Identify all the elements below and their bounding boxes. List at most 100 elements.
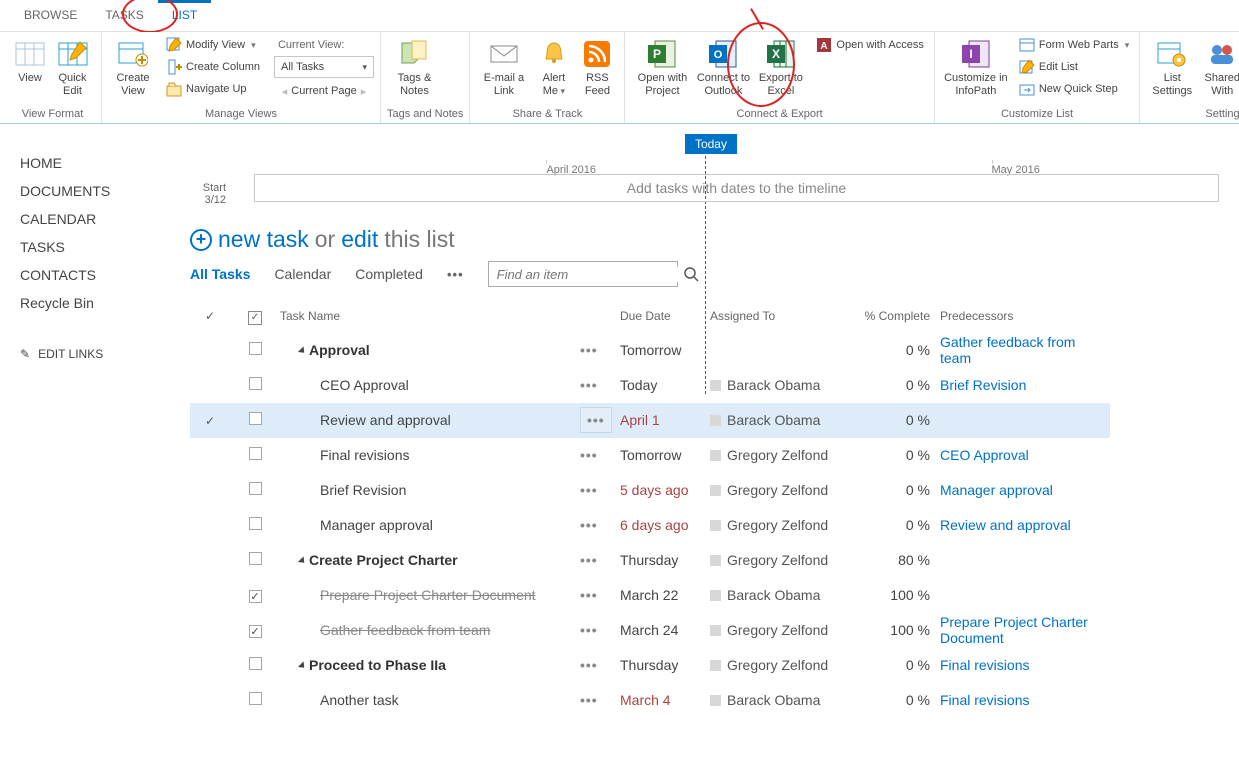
table-row[interactable]: Another task•••March 4Barack Obama0 %Fin… [190,683,1110,718]
rss-feed-button[interactable]: RSS Feed [576,34,618,98]
alert-me-button[interactable]: Alert Me ▾ [531,34,576,98]
predecessor-link[interactable]: Review and approval [940,517,1071,533]
assignee[interactable]: Gregory Zelfond [710,657,860,673]
view-calendar[interactable]: Calendar [274,266,331,282]
modify-view-button[interactable]: Modify View▾ [162,34,264,56]
navigate-up-button[interactable]: Navigate Up [162,78,264,100]
new-task-link[interactable]: new task [218,226,309,253]
email-link-button[interactable]: E-mail a Link [476,34,531,98]
nav-tasks[interactable]: TASKS [20,233,190,261]
predecessor-link[interactable]: Manager approval [940,482,1053,498]
task-name[interactable]: Gather feedback from team [280,622,490,638]
row-menu-button[interactable]: ••• [580,482,598,498]
edit-list-link[interactable]: edit [341,226,378,253]
table-row[interactable]: ✓Review and approval•••April 1Barack Oba… [190,403,1110,438]
task-name[interactable]: Create Project Charter [280,552,458,568]
row-complete-checkbox[interactable] [249,412,262,425]
row-complete-checkbox[interactable] [249,447,262,460]
timeline-drop-area[interactable]: Add tasks with dates to the timeline [254,174,1219,202]
row-complete-checkbox[interactable] [249,482,262,495]
assignee[interactable]: Barack Obama [710,587,860,603]
predecessor-link[interactable]: Prepare Project Charter Document [940,614,1088,646]
form-web-parts-button[interactable]: Form Web Parts▾ [1015,34,1133,56]
table-row[interactable]: ✓Gather feedback from team•••March 24Gre… [190,613,1110,648]
row-menu-button[interactable]: ••• [580,342,598,358]
view-completed[interactable]: Completed [355,266,423,282]
task-name[interactable]: Approval [280,342,370,358]
view-more-menu[interactable]: ••• [447,267,464,282]
row-complete-checkbox[interactable] [249,517,262,530]
table-row[interactable]: CEO Approval•••TodayBarack Obama0 %Brief… [190,368,1110,403]
row-menu-button[interactable]: ••• [580,692,598,708]
header-due-date[interactable]: Due Date [620,309,710,325]
edit-list-button[interactable]: Edit List [1015,56,1133,78]
row-complete-checkbox[interactable] [249,342,262,355]
predecessor-link[interactable]: Final revisions [940,657,1029,673]
predecessor-link[interactable]: Gather feedback from team [940,334,1075,366]
task-name[interactable]: CEO Approval [280,377,409,393]
list-settings-button[interactable]: List Settings [1146,34,1198,98]
table-row[interactable]: Proceed to Phase IIa•••ThursdayGregory Z… [190,648,1110,683]
nav-home[interactable]: HOME [20,149,190,177]
search-icon[interactable] [683,266,699,282]
nav-contacts[interactable]: CONTACTS [20,261,190,289]
row-menu-button[interactable]: ••• [580,447,598,463]
row-complete-checkbox[interactable] [249,657,262,670]
assignee[interactable]: Gregory Zelfond [710,447,860,463]
tab-tasks[interactable]: TASKS [91,0,157,31]
task-name[interactable]: Brief Revision [280,482,406,498]
table-row[interactable]: Final revisions•••TomorrowGregory Zelfon… [190,438,1110,473]
current-page-pager[interactable]: ◂Current Page▸ [274,80,374,102]
nav-calendar[interactable]: CALENDAR [20,205,190,233]
new-quick-step-button[interactable]: New Quick Step [1015,78,1133,100]
table-row[interactable]: ✓Prepare Project Charter Document•••Marc… [190,578,1110,613]
connect-to-outlook-button[interactable]: O Connect to Outlook [693,34,753,98]
shared-with-button[interactable]: Shared With [1198,34,1239,98]
expand-icon[interactable] [298,662,307,671]
view-button[interactable]: View [10,34,50,85]
header-assigned-to[interactable]: Assigned To [710,309,860,325]
expand-icon[interactable] [298,557,307,566]
expand-icon[interactable] [298,347,307,356]
view-all-tasks[interactable]: All Tasks [190,266,250,282]
tab-browse[interactable]: BROWSE [10,0,91,31]
customize-infopath-button[interactable]: I Customize in InfoPath [941,34,1011,98]
assignee[interactable]: Gregory Zelfond [710,552,860,568]
tab-list[interactable]: LIST [158,0,211,31]
row-complete-checkbox[interactable] [249,377,262,390]
export-to-excel-button[interactable]: X Export to Excel [753,34,808,98]
predecessor-link[interactable]: Brief Revision [940,377,1026,393]
assignee[interactable]: Barack Obama [710,377,860,393]
quick-edit-button[interactable]: Quick Edit [50,34,95,98]
predecessor-link[interactable]: CEO Approval [940,447,1029,463]
header-predecessors[interactable]: Predecessors [940,309,1110,325]
assignee[interactable]: Gregory Zelfond [710,517,860,533]
edit-links[interactable]: ✎EDIT LINKS [20,347,190,361]
create-column-button[interactable]: Create Column [162,56,264,78]
table-row[interactable]: Brief Revision•••5 days agoGregory Zelfo… [190,473,1110,508]
search-input[interactable] [489,267,683,282]
open-with-project-button[interactable]: P Open with Project [631,34,693,98]
row-complete-checkbox[interactable] [249,692,262,705]
predecessor-link[interactable]: Final revisions [940,692,1029,708]
row-complete-checkbox[interactable]: ✓ [249,625,262,638]
tags-notes-button[interactable]: Tags & Notes [387,34,442,98]
header-percent-complete[interactable]: % Complete [860,309,940,325]
task-name[interactable]: Prepare Project Charter Document [280,587,536,603]
add-icon[interactable]: + [190,229,212,251]
header-task-name[interactable]: Task Name [280,309,580,325]
table-row[interactable]: Manager approval•••6 days agoGregory Zel… [190,508,1110,543]
row-menu-button[interactable]: ••• [580,517,598,533]
row-complete-checkbox[interactable]: ✓ [249,590,262,603]
row-complete-checkbox[interactable] [249,552,262,565]
create-view-button[interactable]: Create View [108,34,158,98]
row-menu-button[interactable]: ••• [580,587,598,603]
task-name[interactable]: Another task [280,692,399,708]
current-view-dropdown[interactable]: All Tasks▾ [274,56,374,78]
row-menu-button[interactable]: ••• [580,377,598,393]
row-menu-button[interactable]: ••• [580,407,612,433]
nav-recycle-bin[interactable]: Recycle Bin [20,289,190,317]
table-row[interactable]: Create Project Charter•••ThursdayGregory… [190,543,1110,578]
row-menu-button[interactable]: ••• [580,552,598,568]
assignee[interactable]: Barack Obama [710,692,860,708]
